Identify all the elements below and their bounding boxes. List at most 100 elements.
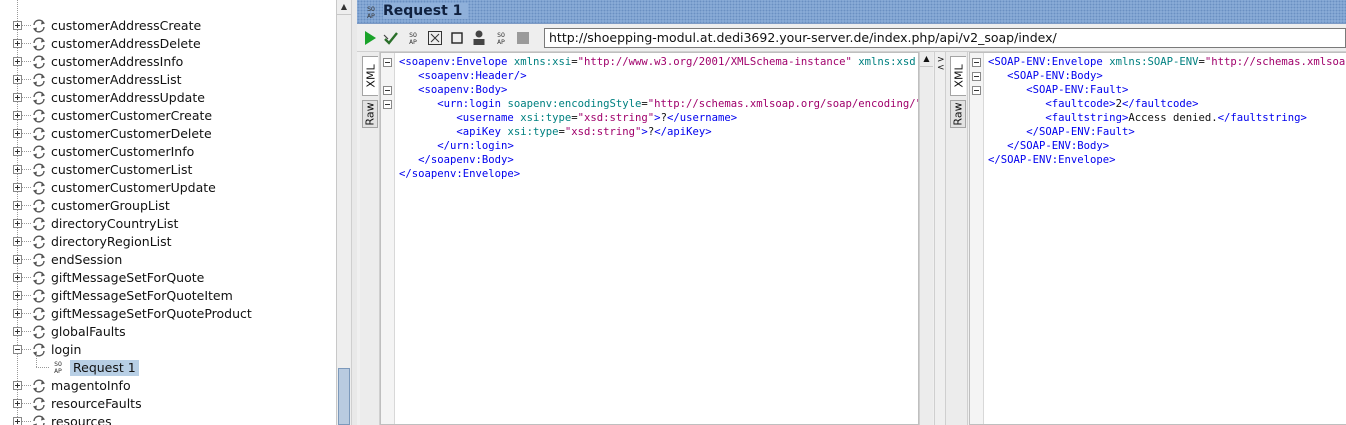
tree-node-operation[interactable]: customerAddressList: [0, 71, 336, 89]
tree-node-operation[interactable]: customerAddressUpdate: [0, 89, 336, 107]
fold-gutter: [970, 53, 984, 424]
collapse-toggle-icon[interactable]: [13, 345, 22, 354]
endpoint-field[interactable]: http://shoepping-modul.at.dedi3692.your-…: [544, 28, 1346, 48]
request-panel: SO AP Request 1 SO AP SO AP http://shoeppi…: [357, 0, 1346, 425]
tree-node-operation[interactable]: magentoInfo: [0, 377, 336, 395]
tree-connector-line: [22, 349, 31, 350]
expand-toggle-icon[interactable]: [13, 165, 22, 174]
tab-xml[interactable]: XML: [950, 56, 966, 96]
tree-node-operation[interactable]: resourceFaults: [0, 395, 336, 413]
soap-icon: SOAP: [54, 360, 62, 375]
expand-toggle-icon[interactable]: [13, 147, 22, 156]
window-icon[interactable]: [448, 29, 466, 47]
expand-toggle-icon[interactable]: [13, 129, 22, 138]
expand-toggle-icon[interactable]: [13, 111, 22, 120]
scroll-up-arrow-icon[interactable]: ▲: [920, 52, 933, 67]
expand-toggle-icon[interactable]: [13, 93, 22, 102]
expand-toggle-icon[interactable]: [13, 201, 22, 210]
expand-toggle-icon[interactable]: [13, 255, 22, 264]
tab-raw[interactable]: Raw: [950, 100, 966, 128]
editor-splitter[interactable]: > <: [934, 52, 946, 425]
operation-icon: [33, 163, 45, 177]
expand-toggle-icon[interactable]: [13, 381, 22, 390]
operation-icon: [33, 379, 45, 393]
tree-node-operation[interactable]: giftMessageSetForQuoteItem: [0, 287, 336, 305]
tree-connector-line: [22, 43, 31, 44]
expand-toggle-icon[interactable]: [13, 237, 22, 246]
tree-node-label: globalFaults: [51, 324, 126, 339]
tree-node-operation[interactable]: directoryCountryList: [0, 215, 336, 233]
response-xml-editor[interactable]: <SOAP-ENV:Envelope xmlns:SOAP-ENV="http:…: [969, 52, 1346, 425]
tree-node-operation[interactable]: giftMessageSetForQuoteProduct: [0, 305, 336, 323]
fold-toggle[interactable]: [972, 86, 981, 95]
tree-scrollbar[interactable]: ▲: [336, 0, 351, 425]
user-icon[interactable]: [470, 29, 488, 47]
expand-toggle-icon[interactable]: [13, 39, 22, 48]
tree-node-label: customerAddressUpdate: [51, 90, 205, 105]
expand-toggle-icon[interactable]: [13, 219, 22, 228]
soap-icon[interactable]: SOAP: [492, 29, 510, 47]
request-editor-scrollbar[interactable]: ▲: [919, 52, 933, 425]
tree-node-label: customerCustomerCreate: [51, 108, 213, 123]
request-title-bar[interactable]: SO AP Request 1: [357, 0, 1346, 24]
tree-node-operation[interactable]: endSession: [0, 251, 336, 269]
expand-toggle-icon[interactable]: [13, 309, 22, 318]
operation-icon: [33, 271, 45, 285]
operation-icon: [33, 145, 45, 159]
expand-toggle-icon[interactable]: [13, 399, 22, 408]
tree-connector-line: [22, 241, 31, 242]
operation-icon: [33, 235, 45, 249]
tree-node-label: customerCustomerList: [51, 162, 193, 177]
tree-connector-line: [22, 223, 31, 224]
scroll-up-arrow-icon[interactable]: ▲: [337, 0, 351, 15]
fold-toggle[interactable]: [972, 72, 981, 81]
tree-node-operation[interactable]: customerAddressCreate: [0, 17, 336, 35]
expand-toggle-icon[interactable]: [13, 273, 22, 282]
expand-toggle-icon[interactable]: [13, 291, 22, 300]
expand-toggle-icon[interactable]: [13, 75, 22, 84]
tree-node-label: directoryCountryList: [51, 216, 179, 231]
tree-node-operation[interactable]: customerCustomerCreate: [0, 107, 336, 125]
svg-text:AP: AP: [54, 367, 62, 375]
validate-icon[interactable]: [382, 29, 400, 47]
tree-node-operation[interactable]: customerCustomerList: [0, 161, 336, 179]
tree-node-operation[interactable]: customerCustomerUpdate: [0, 179, 336, 197]
expand-toggle-icon[interactable]: [13, 327, 22, 336]
expand-toggle-icon[interactable]: [13, 417, 22, 425]
expand-toggle-icon[interactable]: [13, 183, 22, 192]
request-xml-editor[interactable]: <soapenv:Envelope xmlns:xsi="http://www.…: [380, 52, 919, 425]
tree-node-operation[interactable]: customerAddressDelete: [0, 35, 336, 53]
tree-node-label: giftMessageSetForQuoteItem: [51, 288, 233, 303]
collapse-left-icon[interactable]: <: [937, 64, 945, 73]
run-icon[interactable]: [361, 29, 379, 47]
tree-node-operation[interactable]: giftMessageSetForQuote: [0, 269, 336, 287]
tab-xml[interactable]: XML: [362, 56, 378, 96]
fold-toggle[interactable]: [383, 86, 392, 95]
tree-node-operation[interactable]: directoryRegionList: [0, 233, 336, 251]
expand-icon[interactable]: [426, 29, 444, 47]
operation-icon: [33, 415, 45, 425]
expand-toggle-icon[interactable]: [13, 57, 22, 66]
tab-raw[interactable]: Raw: [362, 100, 378, 128]
operation-icon: [33, 19, 45, 33]
operation-icon: [33, 73, 45, 87]
tree-connector-line: [22, 25, 31, 26]
expand-toggle-icon[interactable]: [13, 21, 22, 30]
soap-icon[interactable]: SOAP: [404, 29, 422, 47]
tree-node-operation[interactable]: login: [0, 341, 336, 359]
tree-connector-line: [36, 355, 37, 367]
tree-connector-line: [22, 277, 31, 278]
tree-node-operation[interactable]: globalFaults: [0, 323, 336, 341]
tree-node-operation[interactable]: customerGroupList: [0, 197, 336, 215]
scrollbar-thumb[interactable]: [338, 368, 350, 425]
fold-toggle[interactable]: [383, 58, 392, 67]
fold-toggle[interactable]: [383, 100, 392, 109]
tree-node-operation[interactable]: customerAddressInfo: [0, 53, 336, 71]
tree-connector-line: [22, 295, 31, 296]
cancel-icon[interactable]: [514, 29, 532, 47]
tree-node-operation[interactable]: resources: [0, 413, 336, 425]
tree-node-operation[interactable]: customerCustomerDelete: [0, 125, 336, 143]
tree-node-operation[interactable]: customerCustomerInfo: [0, 143, 336, 161]
fold-toggle[interactable]: [972, 58, 981, 67]
operations-tree[interactable]: customerAddressCreate customerAddressDele…: [0, 0, 336, 425]
